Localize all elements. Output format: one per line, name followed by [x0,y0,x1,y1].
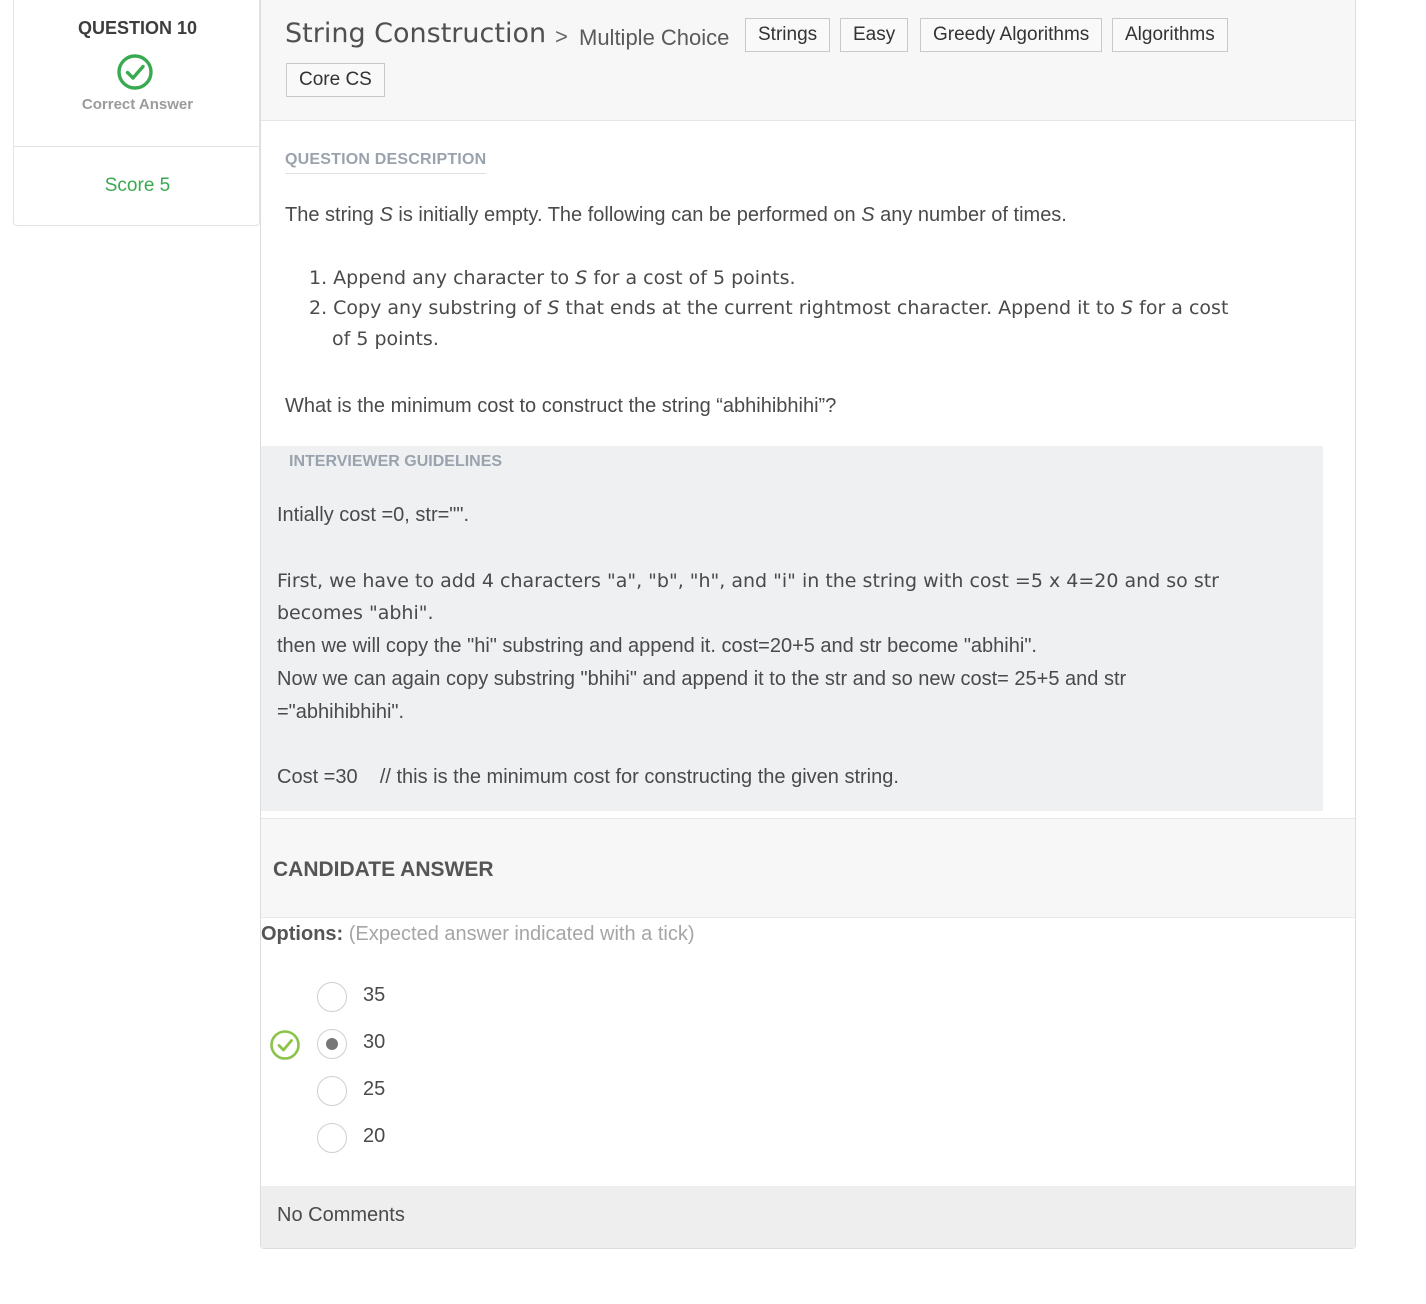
question-number: QUESTION 10 [77,18,198,38]
variable-s: S [575,267,588,289]
option-label: 20 [363,1125,386,1147]
radio-button-selected[interactable] [317,1029,347,1059]
question-title: String Construction [285,18,547,49]
guideline-line: First, we have to add 4 characters "a", … [277,570,1219,592]
text-segment: The string [285,204,380,226]
option-row[interactable]: 30 [261,1029,661,1063]
text-segment: for a cost of 5 points. [587,267,796,289]
description-question: What is the minimum cost to construct th… [285,395,837,417]
tag-strings[interactable]: Strings [745,18,831,52]
tag-algorithms[interactable]: Algorithms [1112,18,1228,52]
radio-button[interactable] [317,1123,347,1153]
status-label: Correct Answer [81,96,194,113]
guideline-line: becomes "abhi". [277,602,434,624]
text-segment: is initially empty. The following can be… [392,204,862,226]
description-intro: The string S is initially empty. The fol… [285,204,1067,227]
options-hint: (Expected answer indicated with a tick) [343,923,695,945]
option-row[interactable]: 20 [261,1123,661,1157]
question-type: Multiple Choice [579,25,730,50]
operation-item-2: 2. Copy any substring of S that ends at … [309,297,1228,319]
option-row[interactable]: 35 [261,982,661,1016]
question-card: String Construction > Multiple Choice St… [260,0,1356,1249]
question-summary-card: QUESTION 10 Correct Answer Score 5 [13,0,261,226]
chevron-right-icon: > [555,24,568,49]
guideline-line: ="abhihibhihi". [277,701,405,723]
variable-s: S [547,297,560,319]
tag-greedy-algorithms[interactable]: Greedy Algorithms [920,18,1103,52]
option-row[interactable]: 25 [261,1076,661,1110]
check-circle-icon [117,54,153,90]
guideline-line: Now we can again copy substring "bhihi" … [277,668,1127,690]
guideline-line: Cost =30 // this is the minimum cost for… [277,766,899,788]
guidelines-label: INTERVIEWER GUIDELINES [289,453,503,470]
text-segment: 2. Copy any substring of [309,297,548,319]
text-segment: 1. Append any character to [309,267,576,289]
radio-button[interactable] [317,1076,347,1106]
options-label: Options: (Expected answer indicated with… [261,923,695,946]
divider [14,146,261,147]
comments-text: No Comments [277,1204,405,1226]
option-label: 30 [363,1031,386,1053]
variable-s: S [1121,297,1134,319]
guideline-line: Intially cost =0, str="". [277,504,470,526]
radio-button[interactable] [317,982,347,1012]
operation-item-2-cont: of 5 points. [332,328,439,350]
option-label: 25 [363,1078,386,1100]
text-segment: any number of times. [874,204,1067,226]
question-header: String Construction > Multiple Choice St… [261,0,1355,121]
text-segment: that ends at the current rightmost chara… [559,297,1122,319]
interviewer-guidelines [261,446,1323,811]
guideline-line: then we will copy the "hi" substring and… [277,635,1037,657]
score-label: Score 5 [104,175,171,196]
tag-easy[interactable]: Easy [840,18,909,52]
comments-section [261,1186,1355,1248]
variable-s: S [861,204,875,226]
option-label: 35 [363,984,386,1006]
text-segment: for a cost [1133,297,1229,319]
expected-answer-check-icon [270,1030,300,1060]
options-title: Options: [261,923,344,945]
tag-core-cs[interactable]: Core CS [286,63,385,97]
candidate-answer-title: CANDIDATE ANSWER [273,858,494,881]
description-label: QUESTION DESCRIPTION [285,151,487,174]
variable-s: S [379,204,393,226]
operation-item-1: 1. Append any character to S for a cost … [309,267,796,289]
